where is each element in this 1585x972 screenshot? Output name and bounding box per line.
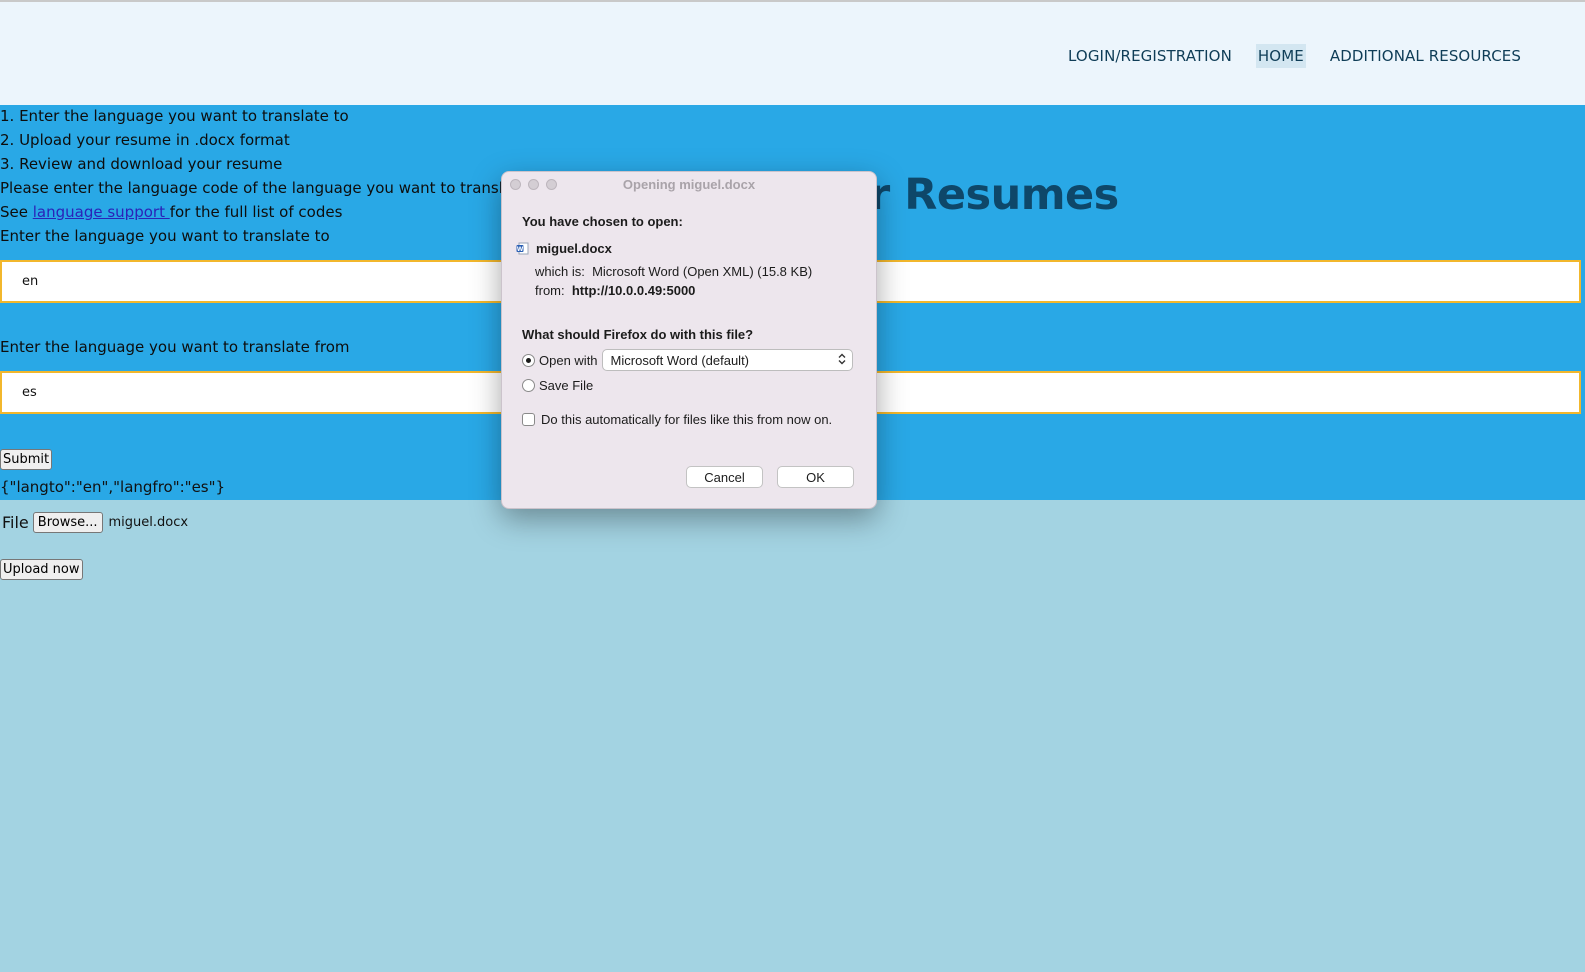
upload-now-button[interactable]: Upload now [0, 559, 83, 580]
open-with-app-select[interactable]: Microsoft Word (default) [601, 349, 853, 371]
file-source-url: http://10.0.0.49:5000 [571, 283, 696, 298]
open-with-row: Open with Microsoft Word (default) [522, 349, 853, 371]
auto-action-checkbox[interactable] [522, 413, 535, 426]
which-is-label: which is: [535, 264, 585, 279]
dialog-ok-button[interactable]: OK [777, 466, 854, 488]
instruction-step-3: 3. Review and download your resume [0, 155, 283, 173]
save-file-radio[interactable] [522, 379, 535, 392]
chosen-to-open-label: You have chosen to open: [522, 214, 683, 229]
open-with-app-value: Microsoft Word (default) [610, 352, 750, 368]
see-prefix: See [0, 203, 33, 221]
open-with-radio[interactable] [522, 353, 535, 367]
open-file-dialog: Opening miguel.docx You have chosen to o… [501, 171, 877, 509]
translate-from-label: Enter the language you want to translate… [0, 338, 350, 356]
file-label: File [2, 513, 29, 532]
dialog-cancel-button[interactable]: Cancel [686, 466, 763, 488]
main-nav: LOGIN/REGISTRATION HOME ADDITIONAL RESOU… [1066, 44, 1545, 68]
site-header: LOGIN/REGISTRATION HOME ADDITIONAL RESOU… [0, 2, 1585, 105]
from-label: from: [535, 283, 565, 298]
firefox-action-question: What should Firefox do with this file? [522, 327, 754, 342]
submit-result-json: {"langto":"en","langfro":"es"} [0, 478, 226, 496]
auto-action-label: Do this automatically for files like thi… [541, 412, 833, 427]
instruction-step-2: 2. Upload your resume in .docx format [0, 131, 290, 149]
nav-home[interactable]: HOME [1255, 44, 1306, 68]
file-type-line: which is: Microsoft Word (Open XML) (15.… [535, 264, 812, 279]
file-source-line: from: http://10.0.0.49:5000 [535, 283, 695, 298]
nav-additional-resources[interactable]: ADDITIONAL RESOURCES [1328, 44, 1523, 68]
dialog-file-name: miguel.docx [536, 241, 612, 256]
word-document-icon: W [516, 242, 529, 255]
nav-login-registration[interactable]: LOGIN/REGISTRATION [1066, 44, 1234, 68]
svg-text:W: W [517, 246, 524, 253]
dialog-file-line: W miguel.docx [516, 241, 612, 256]
save-file-label: Save File [539, 378, 594, 393]
auto-action-row: Do this automatically for files like thi… [522, 412, 832, 427]
dialog-title: Opening miguel.docx [622, 177, 756, 192]
select-updown-icon [838, 353, 846, 368]
language-support-line: See language support for the full list o… [0, 203, 342, 221]
browse-button[interactable]: Browse... [32, 512, 103, 533]
page-title: or Resumes [840, 170, 1119, 220]
file-type-value: Microsoft Word (Open XML) (15.8 KB) [592, 264, 813, 279]
language-code-prompt: Please enter the language code of the la… [0, 179, 528, 197]
instruction-step-1: 1. Enter the language you want to transl… [0, 107, 349, 125]
submit-button[interactable]: Submit [0, 449, 53, 470]
translate-to-label: Enter the language you want to translate… [0, 227, 330, 245]
see-suffix: for the full list of codes [169, 203, 343, 221]
file-upload-row: File Browse... miguel.docx [2, 512, 188, 533]
dialog-titlebar: Opening miguel.docx [502, 172, 876, 196]
open-with-label: Open with [539, 352, 598, 368]
language-support-link[interactable]: language support [33, 203, 170, 221]
save-file-row: Save File [522, 378, 593, 393]
selected-file-name: miguel.docx [108, 515, 189, 530]
